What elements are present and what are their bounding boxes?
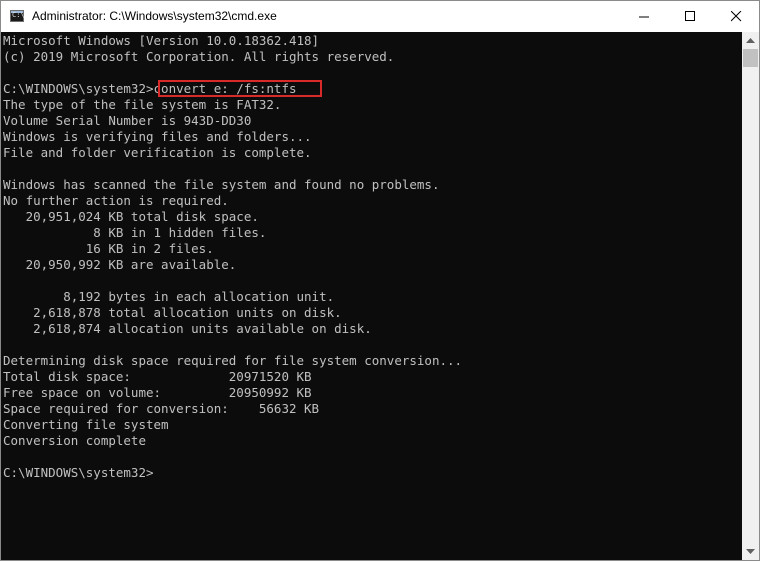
console-output[interactable]: Microsoft Windows [Version 10.0.18362.41…: [1, 32, 742, 560]
cmd-icon-text: C:\: [12, 11, 25, 19]
cmd-window: C:\ Administrator: C:\Windows\system32\c…: [0, 0, 760, 561]
maximize-icon: [685, 11, 695, 21]
console-line: 8,192 bytes in each allocation unit.: [3, 289, 335, 304]
close-button[interactable]: [713, 1, 759, 32]
console-line: Converting file system: [3, 417, 169, 432]
console-line: Free space on volume: 20950992 KB: [3, 385, 312, 400]
maximize-button[interactable]: [667, 1, 713, 32]
close-icon: [731, 11, 742, 22]
cmd-icon[interactable]: C:\: [10, 10, 25, 22]
console-line: Volume Serial Number is 943D-DD30: [3, 113, 252, 128]
console-line: No further action is required.: [3, 193, 229, 208]
scroll-down-arrow-icon: [746, 549, 755, 554]
minimize-button[interactable]: [621, 1, 667, 32]
console-line: Conversion complete: [3, 433, 146, 448]
console-line: Total disk space: 20971520 KB: [3, 369, 312, 384]
console-line: 8 KB in 1 hidden files.: [3, 225, 267, 240]
console-line: File and folder verification is complete…: [3, 145, 312, 160]
scroll-down-button[interactable]: [742, 543, 759, 560]
scrollbar-thumb[interactable]: [743, 49, 758, 67]
console-line: 20,950,992 KB are available.: [3, 257, 237, 272]
console-line: (c) 2019 Microsoft Corporation. All righ…: [3, 49, 395, 64]
console-line: Windows has scanned the file system and …: [3, 177, 440, 192]
console-line: The type of the file system is FAT32.: [3, 97, 282, 112]
console-line: Microsoft Windows [Version 10.0.18362.41…: [3, 33, 320, 48]
console-line: 2,618,874 allocation units available on …: [3, 321, 372, 336]
console-line: 20,951,024 KB total disk space.: [3, 209, 259, 224]
prompt-line: C:\WINDOWS\system32>: [3, 465, 154, 480]
vertical-scrollbar[interactable]: [742, 32, 759, 560]
console-line: Windows is verifying files and folders..…: [3, 129, 312, 144]
console-line: 2,618,878 total allocation units on disk…: [3, 305, 342, 320]
console-line: Determining disk space required for file…: [3, 353, 463, 368]
minimize-icon: [639, 16, 649, 18]
console-line: 16 KB in 2 files.: [3, 241, 214, 256]
command-highlight-box: [158, 80, 322, 97]
console-line: Space required for conversion: 56632 KB: [3, 401, 320, 416]
scroll-up-arrow-icon: [746, 38, 755, 43]
scroll-up-button[interactable]: [742, 32, 759, 49]
window-title: Administrator: C:\Windows\system32\cmd.e…: [32, 9, 277, 23]
title-bar[interactable]: C:\ Administrator: C:\Windows\system32\c…: [1, 1, 759, 32]
